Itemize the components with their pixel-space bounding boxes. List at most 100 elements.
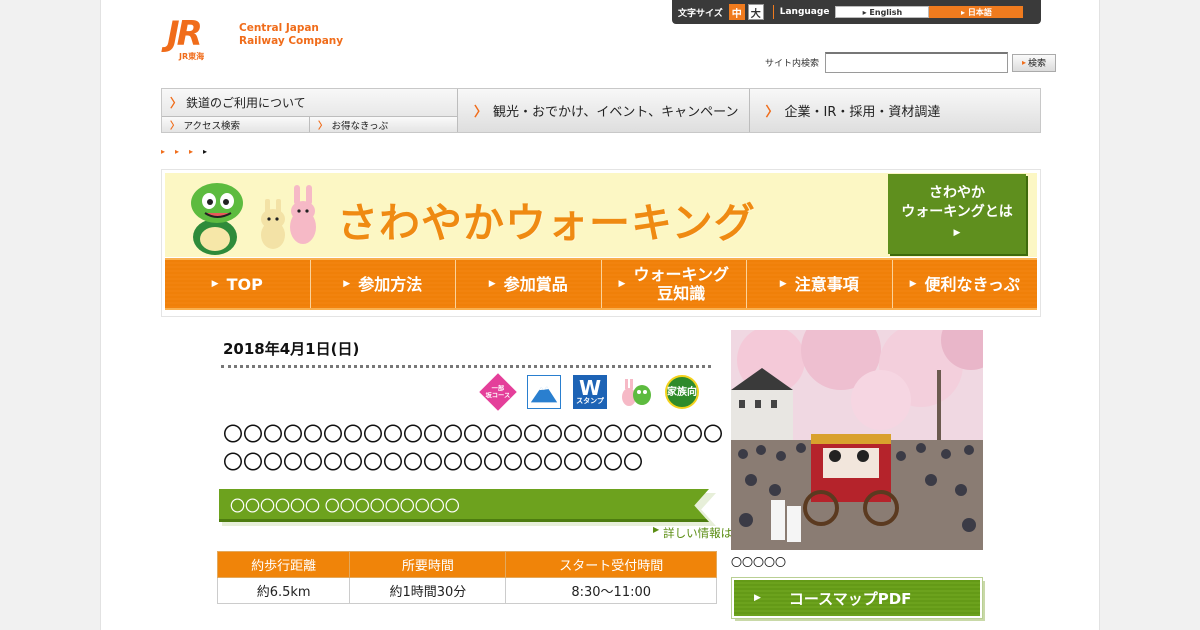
nav-corporate[interactable]: 〉 企業・IR・採用・資材調達 bbox=[748, 89, 1041, 132]
nav-access-search-label: アクセス検索 bbox=[183, 120, 241, 132]
mascot-badge-icon bbox=[619, 375, 653, 409]
jr-mark: JR JR東海 bbox=[167, 14, 233, 62]
language-japanese-button[interactable]: ▸ 日本語 bbox=[929, 6, 1024, 18]
nav-tourism[interactable]: 〉 観光・おでかけ、イベント、キャンペーン bbox=[458, 89, 749, 132]
tab-label: TOP bbox=[226, 274, 263, 294]
tab-label: 参加方法 bbox=[358, 274, 423, 294]
global-nav: 〉 鉄道のご利用について 〉 アクセス検索 〉 お得なきっぷ 〉 観光・おでかけ… bbox=[161, 88, 1041, 133]
pdf-button-label: コースマップPDF bbox=[788, 589, 912, 608]
event-date: 2018年4月1日(日) bbox=[223, 340, 360, 358]
what-is-walking-button[interactable]: さわやか ウォーキングとは ▶ bbox=[888, 174, 1026, 254]
festival-photo-illustration bbox=[731, 330, 983, 550]
mount-fuji-badge-icon bbox=[527, 375, 561, 409]
nav-discount-tickets[interactable]: 〉 お得なきっぷ bbox=[309, 117, 457, 132]
tab-top[interactable]: ▶ TOP bbox=[165, 260, 310, 308]
search-button[interactable]: ▸ 検索 bbox=[1012, 53, 1057, 72]
logo-mark-text: JR bbox=[167, 14, 203, 54]
nav-corporate-label: 企業・IR・採用・資材調達 bbox=[784, 105, 941, 120]
breadcrumb: ▸ ▸ ▸ ▸ bbox=[161, 147, 207, 156]
header-start-time: スタート受付時間 bbox=[505, 551, 717, 578]
nav-railway-label: 鉄道のご利用について bbox=[186, 96, 306, 110]
tab-how-to-join[interactable]: ▶ 参加方法 bbox=[309, 260, 455, 308]
course-name-bar: 〇〇〇〇〇〇 〇〇〇〇〇〇〇〇〇 bbox=[219, 489, 709, 522]
stamp-text: スタンプ bbox=[576, 397, 604, 405]
tab-label: 参加賞品 bbox=[503, 274, 568, 294]
banner-title: さわやかウォーキング bbox=[337, 199, 756, 247]
mascot-icon bbox=[622, 379, 651, 406]
japanese-label: 日本語 bbox=[967, 7, 992, 17]
search-label: サイト内検索 bbox=[765, 59, 820, 69]
w-stamp-badge-icon: W スタンプ bbox=[573, 375, 607, 409]
chevron-right-icon: 〉 bbox=[170, 96, 183, 110]
arrow-icon: ▸ bbox=[1022, 58, 1027, 67]
breadcrumb-arrow-icon[interactable]: ▸ bbox=[161, 147, 165, 156]
triangle-right-icon: ▶ bbox=[653, 525, 660, 534]
tab-label: 便利なきっぷ bbox=[924, 274, 1020, 294]
header-duration: 所要時間 bbox=[349, 551, 507, 578]
font-size-label: 文字サイズ bbox=[678, 8, 723, 19]
banner-header: さわやかウォーキング さわやか ウォーキングとは ▶ bbox=[165, 173, 1037, 257]
event-photo bbox=[731, 330, 983, 550]
company-line-1: Central Japan bbox=[239, 22, 319, 34]
what-line-2: ウォーキングとは bbox=[901, 204, 1013, 220]
chevron-right-icon: 〉 bbox=[318, 120, 328, 132]
chevron-right-icon: 〉 bbox=[474, 105, 488, 120]
nav-railway-link[interactable]: 〉 鉄道のご利用について bbox=[162, 89, 457, 117]
table-header-row: 約歩行距離 所要時間 スタート受付時間 bbox=[216, 551, 717, 578]
company-name: Central Japan Railway Company bbox=[239, 22, 343, 48]
family-badge-text: 家族向 bbox=[667, 386, 697, 398]
divider bbox=[772, 5, 774, 19]
walking-banner: さわやかウォーキング さわやか ウォーキングとは ▶ ▶ TOP ▶ 参加方法 ▶ 参… bbox=[161, 169, 1041, 317]
tab-label: ウォーキング 豆知識 bbox=[633, 265, 729, 303]
tab-walking-tips[interactable]: ▶ ウォーキング 豆知識 bbox=[600, 260, 746, 308]
breadcrumb-arrow-icon[interactable]: ▸ bbox=[189, 147, 193, 156]
nav-access-search[interactable]: 〉 アクセス検索 bbox=[162, 117, 309, 132]
site-search: サイト内検索 ▸ 検索 bbox=[765, 52, 1057, 73]
photo-caption: 〇〇〇〇〇 bbox=[731, 556, 786, 569]
what-line-1: さわやか bbox=[929, 185, 985, 201]
header-distance: 約歩行距離 bbox=[216, 551, 351, 578]
language-label: Language bbox=[779, 7, 830, 17]
slope-course-badge-icon: 一部 坂コース bbox=[479, 373, 517, 411]
triangle-right-icon: ▶ bbox=[211, 278, 219, 289]
font-size-large-button[interactable]: 大 bbox=[747, 4, 764, 20]
search-input[interactable] bbox=[825, 52, 1009, 73]
font-size-medium-button[interactable]: 中 bbox=[728, 4, 745, 20]
tab-tickets[interactable]: ▶ 便利なきっぷ bbox=[891, 260, 1037, 308]
chevron-right-icon: 〉 bbox=[765, 105, 779, 120]
dotted-divider bbox=[221, 365, 711, 368]
mascot-characters-illustration bbox=[191, 183, 316, 255]
breadcrumb-arrow-icon[interactable]: ▸ bbox=[175, 147, 179, 156]
stamp-letter: W bbox=[578, 376, 602, 400]
utility-bar: 文字サイズ 中 大 Language ▸ English ▸ 日本語 bbox=[672, 0, 1041, 24]
event-info-table: 約歩行距離 所要時間 スタート受付時間 約6.5km 約1時間30分 8:30〜… bbox=[216, 551, 717, 604]
table-row: 約6.5km 約1時間30分 8:30〜11:00 bbox=[216, 577, 717, 604]
language-english-button[interactable]: ▸ English bbox=[835, 6, 930, 18]
nav-tourism-label: 観光・おでかけ、イベント、キャンペーン bbox=[493, 105, 739, 120]
value-distance: 約6.5km bbox=[216, 577, 351, 604]
nav-discount-tickets-label: お得なきっぷ bbox=[331, 120, 389, 132]
tab-label: 注意事項 bbox=[794, 274, 859, 294]
family-friendly-badge-icon: 家族向 bbox=[665, 375, 699, 409]
search-button-label: 検索 bbox=[1028, 59, 1047, 69]
nav-railway: 〉 鉄道のご利用について 〉 アクセス検索 〉 お得なきっぷ bbox=[162, 89, 458, 132]
slope-course-badge-text: 一部 坂コース bbox=[485, 384, 511, 400]
mountain-icon bbox=[530, 386, 558, 403]
jr-central-logo[interactable]: JR JR東海 Central Japan Railway Company bbox=[167, 14, 343, 62]
tab-notes[interactable]: ▶ 注意事項 bbox=[746, 260, 892, 308]
event-badges: 一部 坂コース W スタンプ 家族向 bbox=[479, 373, 699, 411]
triangle-right-icon: ▶ bbox=[618, 278, 626, 289]
breadcrumb-arrow-icon: ▸ bbox=[203, 147, 208, 156]
triangle-right-icon: ▶ bbox=[909, 278, 917, 289]
triangle-right-icon: ▶ bbox=[779, 278, 787, 289]
value-start-time: 8:30〜11:00 bbox=[505, 577, 717, 604]
chevron-right-icon: 〉 bbox=[170, 120, 180, 132]
nav-railway-subs: 〉 アクセス検索 〉 お得なきっぷ bbox=[162, 117, 457, 132]
course-map-pdf-button[interactable]: ▶ コースマップPDF bbox=[731, 577, 983, 619]
triangle-right-icon: ▶ bbox=[488, 278, 496, 289]
tab-prizes[interactable]: ▶ 参加賞品 bbox=[455, 260, 601, 308]
triangle-right-icon: ▶ bbox=[754, 593, 761, 603]
triangle-right-icon: ▶ bbox=[343, 278, 351, 289]
page: JR JR東海 Central Japan Railway Company 文字… bbox=[100, 0, 1100, 630]
banner-tabs: ▶ TOP ▶ 参加方法 ▶ 参加賞品 ▶ ウォーキング 豆知識 ▶ 注意事項 ▶ 便利なき… bbox=[165, 258, 1037, 310]
